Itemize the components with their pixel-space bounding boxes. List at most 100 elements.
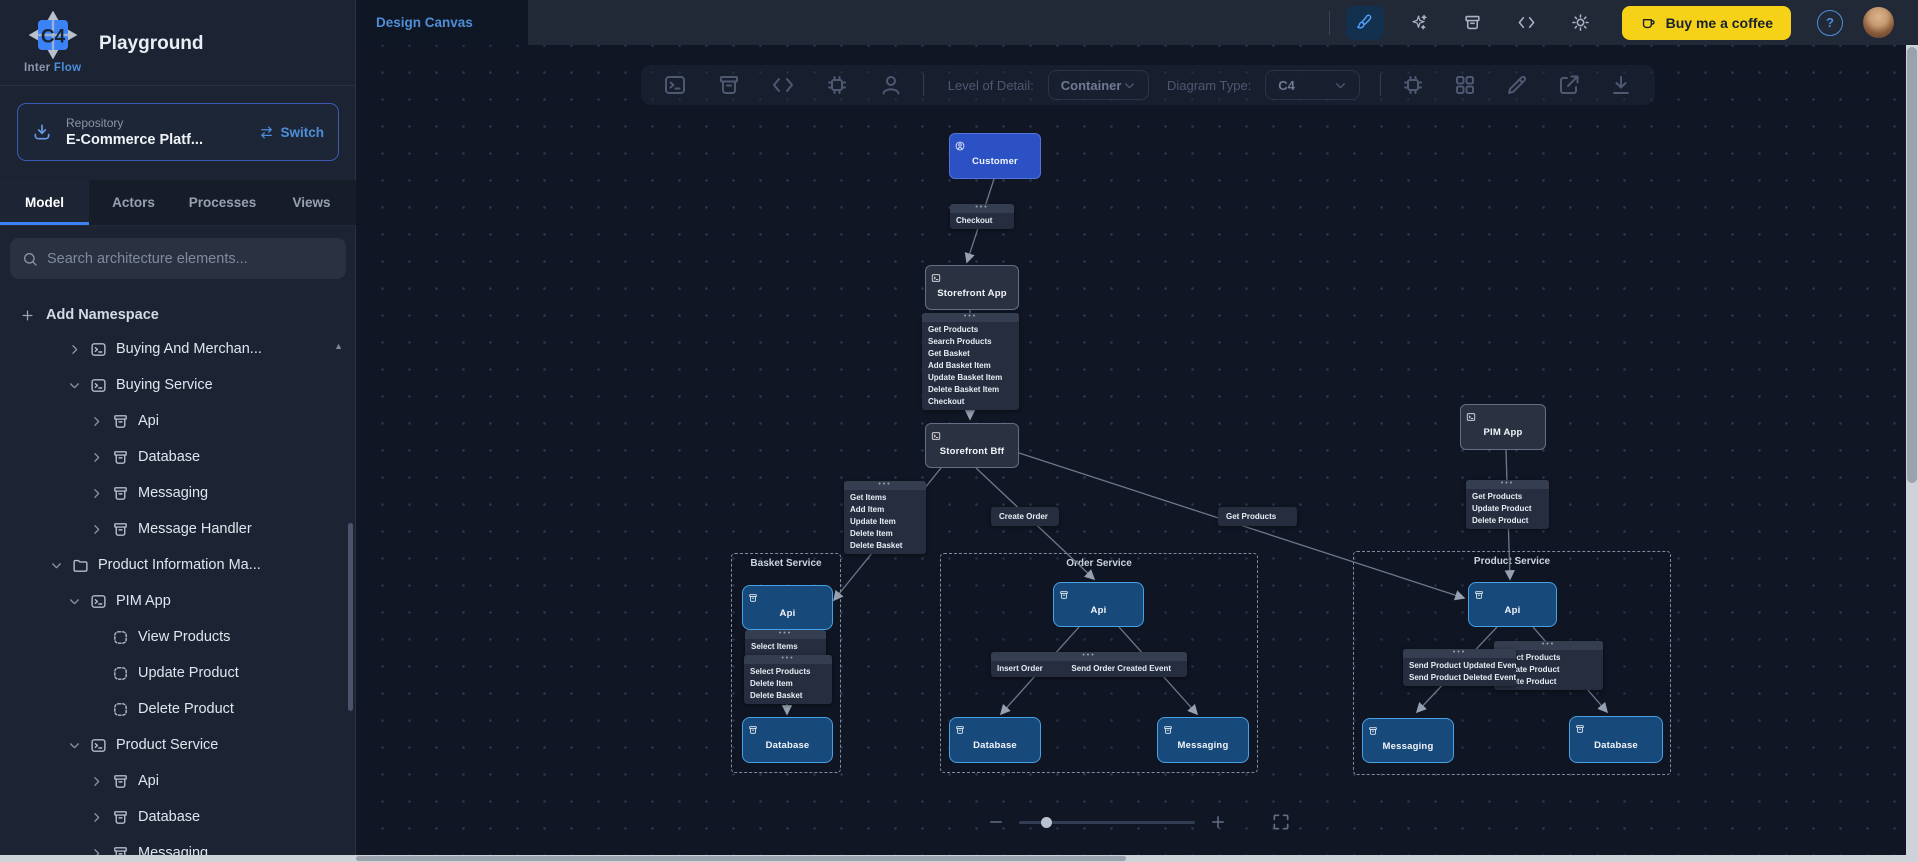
- paintbrush-icon[interactable]: [1345, 5, 1384, 40]
- node-basket-database[interactable]: Database: [742, 717, 833, 763]
- edge-label: Add Item: [850, 505, 885, 514]
- repository-card[interactable]: Repository E-Commerce Platf... Switch: [17, 103, 339, 161]
- horizontal-scrollbar-thumb[interactable]: [356, 856, 1126, 861]
- chevron-right-icon[interactable]: [68, 343, 81, 356]
- add-chip-icon[interactable]: [825, 73, 849, 97]
- node-customer[interactable]: Customer: [949, 133, 1041, 179]
- external-link-icon[interactable]: [1557, 73, 1581, 97]
- tree-item-pim-app[interactable]: PIM App: [0, 583, 356, 619]
- tree-item-buying-and-merchan[interactable]: Buying And Merchan...: [0, 331, 356, 367]
- tree-item-message-handler[interactable]: Message Handler: [0, 511, 356, 547]
- chevron-right-icon[interactable]: [90, 451, 103, 464]
- edge-label-panel-order-operations[interactable]: ••• Insert Order Send Order Created Event: [991, 652, 1187, 677]
- buy-me-a-coffee-button[interactable]: Buy me a coffee: [1621, 5, 1791, 40]
- tree-item-label: Buying And Merchan...: [116, 341, 262, 357]
- download-icon[interactable]: [1609, 73, 1633, 97]
- tree-item-database[interactable]: Database: [0, 439, 356, 475]
- chevron-down-icon[interactable]: [50, 559, 63, 572]
- scroll-up-indicator-icon[interactable]: ▲: [334, 341, 343, 351]
- chevron-right-icon[interactable]: [90, 775, 103, 788]
- search-input[interactable]: [47, 250, 334, 267]
- level-of-detail-select[interactable]: Container: [1047, 70, 1149, 100]
- horizontal-scrollbar[interactable]: [0, 855, 1918, 862]
- zoom-slider[interactable]: [1019, 816, 1195, 828]
- code-icon[interactable]: [1508, 6, 1546, 40]
- node-order-messaging[interactable]: Messaging: [1157, 717, 1249, 763]
- fit-view-button[interactable]: [1271, 812, 1291, 832]
- grid-icon[interactable]: [1453, 73, 1477, 97]
- node-product-messaging[interactable]: Messaging: [1362, 718, 1454, 763]
- help-button[interactable]: ?: [1817, 9, 1843, 36]
- diagram-type-select[interactable]: C4: [1265, 70, 1361, 100]
- edge-label-panel-checkout[interactable]: ••• Checkout: [950, 204, 1014, 229]
- tree-item-update-product[interactable]: Update Product: [0, 655, 356, 691]
- tab-views[interactable]: Views: [267, 180, 356, 225]
- tree-item-view-products[interactable]: View Products: [0, 619, 356, 655]
- panel-handle-dots[interactable]: •••: [1466, 480, 1549, 489]
- add-code-icon[interactable]: [771, 73, 795, 97]
- tree-item-delete-product[interactable]: Delete Product: [0, 691, 356, 727]
- chevron-down-icon[interactable]: [68, 379, 81, 392]
- chip-icon[interactable]: [1401, 73, 1425, 97]
- tree-item-label: Database: [138, 449, 201, 465]
- tree-item-api[interactable]: Api: [0, 403, 356, 439]
- edge-label-panel-storefront-operations[interactable]: ••• Get Products Search Products Get Basket…: [922, 313, 1019, 410]
- edge-label-panel-product-events[interactable]: ••• Send Product Updated Event Send Produc…: [1403, 649, 1516, 686]
- tree-item-api[interactable]: Api: [0, 763, 356, 799]
- tab-actors[interactable]: Actors: [89, 180, 178, 225]
- add-container-icon[interactable]: [717, 73, 741, 97]
- chevron-right-icon[interactable]: [90, 415, 103, 428]
- user-avatar[interactable]: [1863, 7, 1894, 38]
- tree-scrollbar-thumb[interactable]: [348, 523, 353, 711]
- edge-label-panel-basket-operations[interactable]: ••• Get Items Add Item Update Item Delete It…: [844, 481, 926, 554]
- chevron-right-icon[interactable]: [90, 523, 103, 536]
- chevron-right-icon[interactable]: [90, 811, 103, 824]
- node-product-database[interactable]: Database: [1569, 716, 1663, 763]
- chevron-right-icon[interactable]: [90, 487, 103, 500]
- switch-repository-button[interactable]: Switch: [259, 125, 324, 140]
- panel-handle-dots[interactable]: •••: [991, 652, 1187, 661]
- tab-model[interactable]: Model: [0, 180, 89, 225]
- node-storefront-bff[interactable]: Storefront Bff: [925, 423, 1019, 468]
- node-product-api[interactable]: Api: [1468, 582, 1557, 627]
- pencil-icon[interactable]: [1505, 73, 1529, 97]
- vertical-scrollbar-thumb[interactable]: [1907, 47, 1917, 483]
- panel-handle-dots[interactable]: •••: [745, 630, 826, 639]
- edge-label-panel-get-products[interactable]: Get Products: [1218, 507, 1297, 526]
- edge-label-panel-create-order[interactable]: Create Order: [991, 507, 1059, 526]
- panel-handle-dots[interactable]: •••: [844, 481, 926, 490]
- chevron-down-icon[interactable]: [68, 595, 81, 608]
- add-namespace-button[interactable]: Add Namespace: [20, 301, 159, 329]
- panel-handle-dots[interactable]: •••: [1403, 649, 1516, 658]
- sparkles-icon[interactable]: [1400, 6, 1438, 40]
- node-pim-app[interactable]: PIM App: [1460, 404, 1546, 450]
- edge-label-panel-pim-operations[interactable]: ••• Get Products Update Product Delete Prod…: [1466, 480, 1549, 529]
- panel-handle-dots[interactable]: •••: [744, 655, 832, 664]
- edge-label-panel-basket-products[interactable]: ••• Select Products Delete Item Delete Bask…: [744, 655, 832, 704]
- tree-item-buying-service[interactable]: Buying Service: [0, 367, 356, 403]
- sun-icon[interactable]: [1562, 6, 1600, 40]
- archive-icon[interactable]: [1454, 6, 1492, 40]
- panel-handle-dots[interactable]: •••: [950, 204, 1014, 213]
- vertical-scrollbar[interactable]: [1906, 45, 1918, 855]
- search-box[interactable]: [10, 238, 346, 279]
- tree-item-messaging[interactable]: Messaging: [0, 475, 356, 511]
- container-icon: [748, 722, 758, 734]
- tab-design-canvas[interactable]: Design Canvas: [356, 0, 528, 45]
- node-storefront-app[interactable]: Storefront App: [925, 265, 1019, 310]
- tree-item-product-service[interactable]: Product Service: [0, 727, 356, 763]
- add-app-icon[interactable]: [663, 73, 687, 97]
- tab-processes[interactable]: Processes: [178, 180, 267, 225]
- tree-item-database[interactable]: Database: [0, 799, 356, 835]
- zoom-out-button[interactable]: [987, 813, 1005, 831]
- panel-handle-dots[interactable]: •••: [922, 313, 1019, 322]
- zoom-slider-thumb[interactable]: [1041, 816, 1052, 828]
- chevron-down-icon[interactable]: [68, 739, 81, 752]
- tree-item-product-information-ma[interactable]: Product Information Ma...: [0, 547, 356, 583]
- design-canvas[interactable]: Basket Service Order Service Product Servi…: [357, 45, 1906, 855]
- zoom-in-button[interactable]: [1209, 813, 1227, 831]
- node-order-database[interactable]: Database: [949, 717, 1041, 763]
- add-person-icon[interactable]: [879, 73, 903, 97]
- node-basket-api[interactable]: Api: [742, 585, 833, 630]
- node-order-api[interactable]: Api: [1053, 582, 1144, 627]
